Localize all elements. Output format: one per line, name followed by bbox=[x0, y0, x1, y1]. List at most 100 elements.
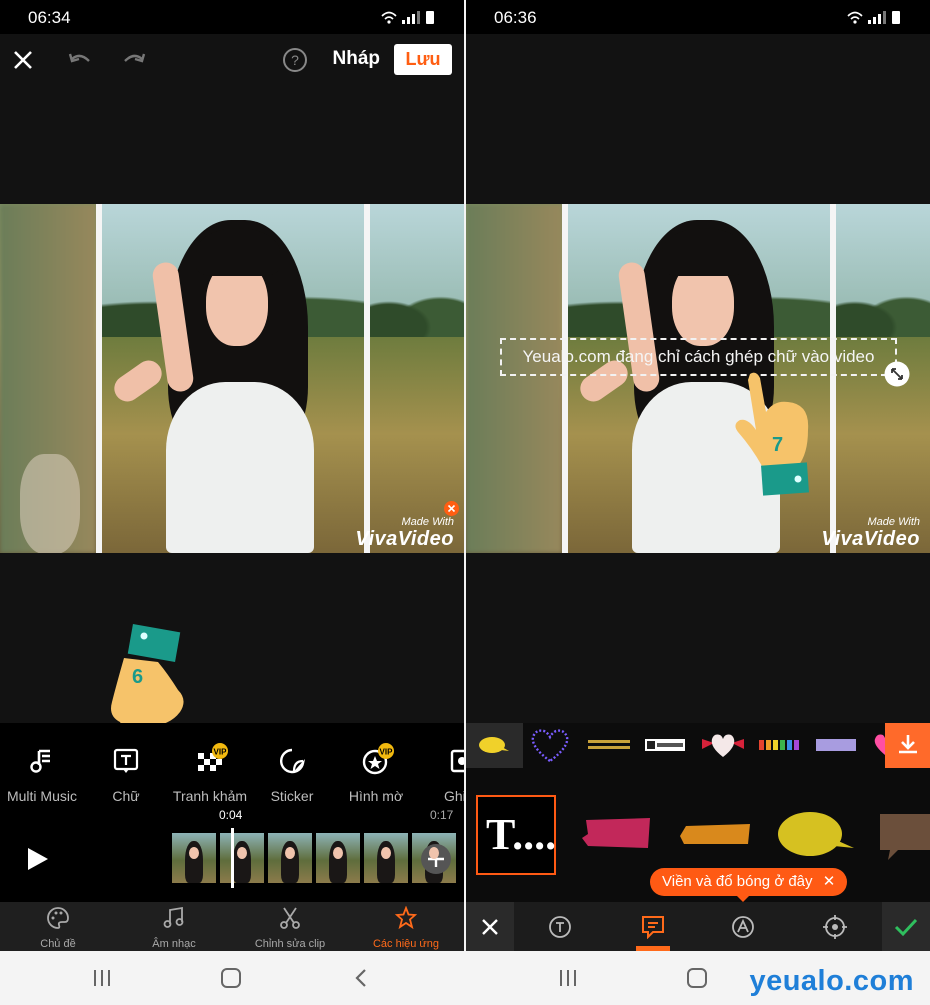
status-bar: 06:34 bbox=[0, 0, 464, 34]
watermark-small-text: Made With bbox=[401, 516, 454, 528]
speech-bubble-icon bbox=[479, 737, 509, 753]
recent-apps-icon[interactable] bbox=[92, 969, 112, 987]
nav-label: Âm nhạc bbox=[152, 938, 196, 950]
video-preview[interactable]: Made With VivaVideo bbox=[0, 204, 464, 553]
watermark-small-text: Made With bbox=[867, 516, 920, 528]
style-pink-ribbon[interactable] bbox=[580, 816, 654, 852]
editor-toolbar: ? Nháp Lưu bbox=[0, 34, 464, 86]
style-brown-bubble[interactable] bbox=[876, 812, 930, 860]
draft-button[interactable]: Nháp bbox=[333, 48, 381, 70]
tab-position-icon[interactable] bbox=[823, 915, 847, 939]
style-orange-ribbon[interactable] bbox=[678, 822, 752, 848]
status-bar: 06:36 bbox=[466, 0, 930, 34]
left-screen: 06:34 ? Nháp Lưu Made With VivaVideo 6 M… bbox=[0, 0, 464, 1005]
redo-icon[interactable] bbox=[122, 50, 146, 70]
palette-icon bbox=[47, 907, 69, 929]
playhead[interactable] bbox=[231, 828, 234, 888]
tool-text[interactable]: Chữ bbox=[80, 747, 172, 804]
hint-tooltip[interactable]: Viền và đổ bóng ở đây ✕ bbox=[650, 868, 848, 902]
status-time: 06:34 bbox=[28, 8, 71, 27]
sticker-heart-bow[interactable] bbox=[694, 723, 751, 768]
video-preview[interactable]: Made With VivaVideo bbox=[466, 204, 930, 553]
save-button[interactable]: Lưu bbox=[394, 44, 452, 75]
cancel-button[interactable] bbox=[466, 902, 514, 951]
status-time: 06:36 bbox=[494, 8, 537, 27]
nav-effects[interactable]: Các hiệu ứng bbox=[348, 905, 464, 950]
sticker-abc-colors[interactable] bbox=[751, 723, 808, 768]
tool-mosaic[interactable]: VIP Tranh khảm bbox=[164, 743, 256, 804]
nav-edit-clip[interactable]: Chỉnh sửa clip bbox=[232, 906, 348, 950]
nav-label: Chủ đề bbox=[40, 938, 76, 950]
sticker-purple-tape[interactable] bbox=[808, 723, 865, 768]
text-overlay[interactable]: Yeualo.com đang chỉ cách ghép chữ vào vi… bbox=[500, 338, 897, 376]
download-icon bbox=[899, 735, 917, 754]
tool-label: Tranh khảm bbox=[172, 788, 248, 804]
next-photo bbox=[836, 204, 930, 553]
tool-sticker[interactable]: Sticker bbox=[246, 747, 338, 804]
clip-thumbnail[interactable] bbox=[364, 833, 408, 883]
undo-icon[interactable] bbox=[68, 50, 92, 70]
watermark-brand-text: VivaVideo bbox=[355, 528, 454, 550]
sticker-icon bbox=[280, 748, 305, 774]
sticker-abc-box[interactable] bbox=[637, 723, 694, 768]
resize-handle-icon[interactable] bbox=[884, 361, 910, 387]
text-icon bbox=[113, 748, 139, 773]
tool-record[interactable]: Ghi bbox=[420, 747, 464, 804]
clip-thumbnail[interactable] bbox=[268, 833, 312, 883]
play-icon[interactable] bbox=[24, 846, 50, 872]
tool-label: Hình mờ bbox=[348, 788, 404, 804]
tooltip-close-icon[interactable]: ✕ bbox=[823, 873, 836, 890]
tool-label: Chữ bbox=[112, 788, 140, 804]
nav-music[interactable]: Âm nhạc bbox=[116, 906, 232, 950]
confirm-button[interactable] bbox=[882, 902, 930, 951]
tool-label: Sticker bbox=[270, 788, 314, 804]
step-number: 6 bbox=[132, 666, 144, 688]
check-icon bbox=[894, 918, 918, 937]
right-screen: 06:36 Made With VivaVideo Yeualo.com đan… bbox=[466, 0, 930, 1005]
clip-thumbnail[interactable] bbox=[172, 833, 216, 883]
tool-watermark[interactable]: VIP Hình mờ bbox=[330, 743, 422, 804]
tab-color-icon[interactable] bbox=[731, 915, 755, 939]
sticker-gold-lines[interactable] bbox=[580, 723, 637, 768]
tooltip-text: Viền và đổ bóng ở đây bbox=[662, 873, 813, 890]
abc-colors-icon bbox=[759, 740, 799, 750]
close-icon[interactable] bbox=[12, 49, 34, 71]
current-time: 0:04 bbox=[219, 808, 243, 822]
mosaic-icon: VIP bbox=[198, 743, 228, 771]
effects-icon bbox=[394, 905, 418, 930]
home-icon[interactable] bbox=[686, 967, 708, 989]
music-icon bbox=[163, 906, 184, 928]
multi-music-icon bbox=[30, 749, 50, 773]
tool-label: Ghi bbox=[444, 788, 464, 804]
system-nav-bar bbox=[0, 951, 464, 1005]
remove-watermark-icon[interactable] bbox=[444, 501, 459, 516]
tab-font-icon[interactable] bbox=[548, 915, 572, 939]
clip-thumbnail[interactable] bbox=[220, 833, 264, 883]
dotted-heart-icon bbox=[531, 729, 569, 763]
abc-box-icon bbox=[645, 739, 685, 751]
style-text-default[interactable]: T.... bbox=[476, 795, 556, 875]
watermark[interactable]: Made With VivaVideo bbox=[355, 516, 454, 551]
gold-lines-icon bbox=[588, 740, 630, 749]
clip-thumbnails[interactable] bbox=[172, 833, 460, 883]
back-icon[interactable] bbox=[354, 968, 368, 988]
help-icon[interactable]: ? bbox=[282, 47, 308, 73]
blurred-left-edge bbox=[466, 204, 562, 553]
home-icon[interactable] bbox=[220, 967, 242, 989]
nav-theme[interactable]: Chủ đề bbox=[0, 906, 116, 950]
nav-label: Các hiệu ứng bbox=[372, 938, 440, 950]
download-button[interactable] bbox=[885, 723, 930, 768]
tool-label: Multi Music bbox=[6, 788, 77, 804]
clip-thumbnail[interactable] bbox=[316, 833, 360, 883]
tool-multi-music[interactable]: Multi Music bbox=[0, 747, 88, 804]
style-yellow-bubble[interactable] bbox=[774, 810, 854, 860]
recent-apps-icon[interactable] bbox=[558, 969, 578, 987]
heart-bow-icon bbox=[702, 734, 744, 757]
status-icons bbox=[381, 11, 434, 24]
scissors-icon bbox=[280, 907, 300, 929]
bubble-sticker-row bbox=[466, 723, 930, 768]
sticker-speech-bubble[interactable] bbox=[466, 723, 523, 768]
sticker-heart-dots[interactable] bbox=[523, 723, 580, 768]
tab-style-icon[interactable] bbox=[640, 915, 666, 939]
purple-tape-icon bbox=[816, 739, 856, 751]
